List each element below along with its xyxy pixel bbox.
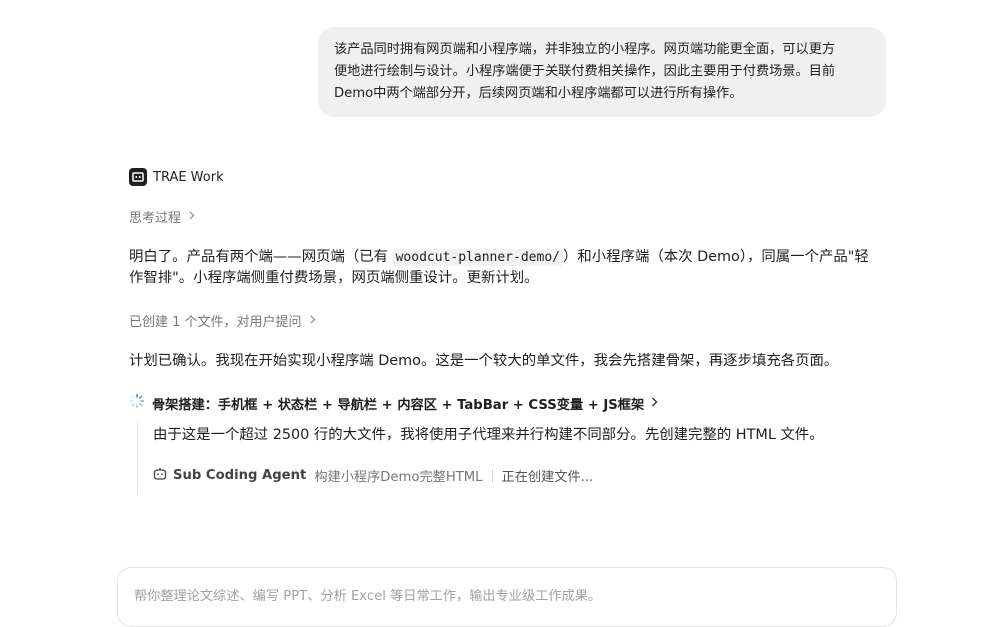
step-body: 由于这是一个超过 2500 行的大文件，我将使用子代理来并行构建不同部分。先创建… <box>137 422 878 494</box>
step-description: 由于这是一个超过 2500 行的大文件，我将使用子代理来并行构建不同部分。先创建… <box>153 427 824 443</box>
sub-agent-task: 构建小程序Demo完整HTML <box>314 470 483 485</box>
divider <box>491 468 493 483</box>
created-files-toggle[interactable]: 已创建 1 个文件，对用户提问 <box>129 311 316 330</box>
step-title: 骨架搭建：手机框 + 状态栏 + 导航栏 + 内容区 + TabBar + CS… <box>152 397 645 413</box>
user-message-bubble: 该产品同时拥有网页端和小程序端，并非独立的小程序。网页端功能更全面，可以更方 便… <box>318 27 886 117</box>
chevron-right-icon <box>651 396 658 411</box>
step-header[interactable]: 骨架搭建：手机框 + 状态栏 + 导航栏 + 内容区 + TabBar + CS… <box>129 393 658 413</box>
assistant-reply-plan: 计划已确认。我现在开始实现小程序端 Demo。这是一个较大的单文件，我会先搭建骨… <box>129 353 839 369</box>
user-message-line: Demo中两个端部分开，后续网页端和小程序端都可以进行所有操作。 <box>334 86 743 101</box>
chat-input-box[interactable] <box>117 567 897 627</box>
thinking-process-toggle[interactable]: 思考过程 <box>129 207 195 226</box>
sub-agent-row[interactable]: Sub Coding Agent 构建小程序Demo完整HTML 正在创建文件.… <box>153 466 593 485</box>
reply-text-before: 明白了。产品有两个端——网页端（已有 <box>129 249 393 265</box>
sub-agent-name: Sub Coding Agent <box>173 468 307 483</box>
user-message-line: 该产品同时拥有网页端和小程序端，并非独立的小程序。网页端功能更全面，可以更方 <box>334 42 836 57</box>
thinking-label: 思考过程 <box>129 211 182 226</box>
chevron-right-icon <box>189 209 195 224</box>
agent-header: TRAE Work <box>129 168 224 186</box>
robot-icon <box>153 467 167 485</box>
assistant-reply: 明白了。产品有两个端——网页端（已有 woodcut-planner-demo/… <box>129 247 874 289</box>
agent-name: TRAE Work <box>153 169 224 185</box>
loading-spinner-icon <box>129 393 145 413</box>
sub-agent-status: 正在创建文件... <box>501 470 594 485</box>
created-files-label: 已创建 1 个文件，对用户提问 <box>129 315 302 330</box>
chevron-right-icon <box>310 313 316 328</box>
inline-code: woodcut-planner-demo/ <box>392 249 563 266</box>
trae-logo-icon <box>129 168 147 186</box>
chat-input[interactable] <box>134 589 880 604</box>
user-message-line: 便地进行绘制与设计。小程序端便于关联付费相关操作，因此主要用于付费场景。目前 <box>334 64 836 79</box>
